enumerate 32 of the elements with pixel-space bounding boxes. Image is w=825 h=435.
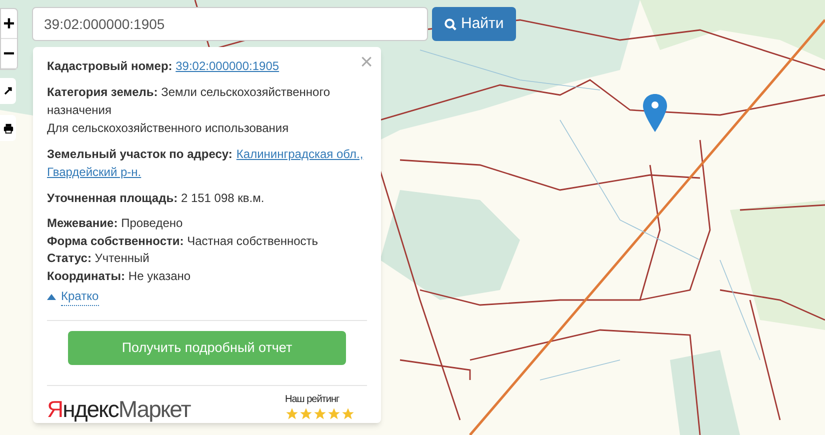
caret-icon <box>47 294 56 300</box>
print-button[interactable] <box>0 115 16 141</box>
detail-line: Форма собственности: Частная собственность <box>47 232 320 250</box>
detail-line: Статус: Учтенный <box>47 250 150 267</box>
detail-line: Координаты: Не указано <box>47 268 192 284</box>
printer-icon <box>2 122 14 134</box>
rating-label: Наш рейтинг <box>285 393 340 407</box>
star-icon <box>313 407 327 421</box>
star-icon <box>327 407 341 421</box>
brand-logo: ЯндексМаркет <box>47 398 190 421</box>
map-pin-icon <box>643 94 667 132</box>
report-button[interactable]: Получить подробный отчет <box>68 331 346 365</box>
star-icon <box>285 407 299 421</box>
zoom-out-button[interactable]: − <box>1 39 17 69</box>
address-label: Земельный участок по адресу: <box>47 146 232 163</box>
land-usage: Для сельскохозяйственного использования <box>47 120 290 137</box>
land-category: Категория земель: Земли сельскохозяйственного назначения <box>47 84 332 119</box>
star-icon <box>299 407 313 421</box>
address-link[interactable]: Гвардейский р-н. <box>47 165 142 179</box>
cadastral-link[interactable]: 39:02:000000:1905 <box>176 59 280 73</box>
refined-area: Уточненная площадь: 2 151 098 кв.м. <box>47 189 367 207</box>
expand-icon <box>3 86 13 96</box>
collapse-link[interactable]: Кратко <box>47 287 99 306</box>
search-field[interactable]: 39:02:000000:1905 <box>32 7 428 41</box>
address-link[interactable]: Калининградская обл., <box>236 145 364 163</box>
fullscreen-button[interactable] <box>0 78 16 104</box>
detail-line: Межевание: Проведено <box>47 215 184 232</box>
search-icon <box>444 18 457 30</box>
close-button[interactable]: × <box>360 51 373 73</box>
zoom-in-button[interactable]: + <box>1 9 17 39</box>
star-icon <box>341 407 355 421</box>
search-button[interactable]: Найти <box>432 7 516 41</box>
